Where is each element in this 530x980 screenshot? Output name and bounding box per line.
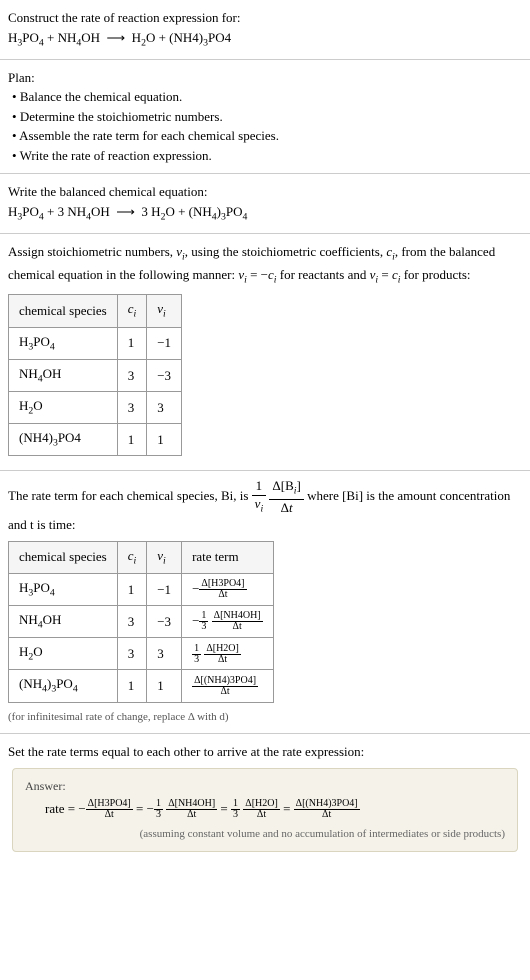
cell-species: (NH4)3PO4	[9, 424, 118, 456]
answer-assumption: (assuming constant volume and no accumul…	[25, 826, 505, 843]
table-header-row: chemical species ci νi rate term	[9, 541, 274, 573]
cell-ci: 1	[117, 573, 147, 605]
col-ci: ci	[117, 295, 147, 327]
stoich-intro: Assign stoichiometric numbers, νi, using…	[8, 242, 522, 288]
col-vi: νi	[147, 541, 182, 573]
rate-formula-frac2: Δ[Bi]Δt	[269, 479, 303, 515]
table-row: H3PO4 1 −1 −Δ[H3PO4]Δt	[9, 573, 274, 605]
cell-vi: −1	[147, 327, 182, 359]
answer-box: Answer: rate = −Δ[H3PO4]Δt = −13 Δ[NH4OH…	[12, 768, 518, 852]
cell-species: H2O	[9, 638, 118, 670]
cell-species: H2O	[9, 392, 118, 424]
stoich-section: Assign stoichiometric numbers, νi, using…	[0, 234, 530, 472]
table-row: H2O 3 3	[9, 392, 182, 424]
cell-species: H3PO4	[9, 573, 118, 605]
answer-label: Answer:	[25, 777, 505, 795]
table-row: NH4OH 3 −3	[9, 359, 182, 391]
final-title: Set the rate terms equal to each other t…	[8, 742, 522, 762]
cell-ci: 1	[117, 327, 147, 359]
cell-vi: 3	[147, 392, 182, 424]
plan-step-text: Determine the stoichiometric numbers.	[20, 109, 223, 124]
col-ci: ci	[117, 541, 147, 573]
plan-step: • Determine the stoichiometric numbers.	[12, 107, 522, 127]
table-row: NH4OH 3 −3 −13 Δ[NH4OH]Δt	[9, 606, 274, 638]
rateterm-table: chemical species ci νi rate term H3PO4 1…	[8, 541, 274, 703]
answer-term: Δ[(NH4)3PO4]Δt	[294, 799, 360, 820]
plan-section: Plan: • Balance the chemical equation. •…	[0, 60, 530, 175]
cell-vi: 3	[147, 638, 182, 670]
table-row: (NH4)3PO4 1 1 Δ[(NH4)3PO4]Δt	[9, 670, 274, 702]
cell-species: NH4OH	[9, 606, 118, 638]
cell-ci: 3	[117, 392, 147, 424]
table-header-row: chemical species ci νi	[9, 295, 182, 327]
intro-before: The rate term for each chemical species,…	[8, 488, 252, 503]
header-section: Construct the rate of reaction expressio…	[0, 0, 530, 60]
rateterm-section: The rate term for each chemical species,…	[0, 471, 530, 734]
table-row: (NH4)3PO4 1 1	[9, 424, 182, 456]
answer-term: Δ[NH4OH]Δt	[166, 799, 217, 820]
balanced-title: Write the balanced chemical equation:	[8, 182, 522, 202]
col-species: chemical species	[9, 295, 118, 327]
answer-coef: 13	[231, 799, 240, 820]
cell-ci: 1	[117, 670, 147, 702]
plan-step-text: Write the rate of reaction expression.	[20, 148, 212, 163]
rateterm-intro: The rate term for each chemical species,…	[8, 479, 522, 534]
cell-species: (NH4)3PO4	[9, 670, 118, 702]
rateterm-footnote: (for infinitesimal rate of change, repla…	[8, 709, 522, 726]
cell-ci: 1	[117, 424, 147, 456]
balanced-section: Write the balanced chemical equation: H3…	[0, 174, 530, 234]
balanced-equation: H3PO4 + 3 NH4OH ⟶ 3 H2O + (NH4)3PO4	[8, 202, 522, 225]
stoich-table: chemical species ci νi H3PO4 1 −1 NH4OH …	[8, 294, 182, 456]
cell-species: H3PO4	[9, 327, 118, 359]
cell-ci: 3	[117, 606, 147, 638]
col-vi: νi	[147, 295, 182, 327]
cell-vi: −3	[147, 606, 182, 638]
answer-body: rate = −Δ[H3PO4]Δt = −13 Δ[NH4OH]Δt = 13…	[45, 799, 505, 821]
plan-step-text: Assemble the rate term for each chemical…	[19, 128, 279, 143]
cell-species: NH4OH	[9, 359, 118, 391]
answer-coef: 13	[154, 799, 163, 820]
cell-rate: −13 Δ[NH4OH]Δt	[182, 606, 274, 638]
answer-term: Δ[H3PO4]Δt	[86, 799, 133, 820]
answer-term: Δ[H2O]Δt	[243, 799, 280, 820]
cell-vi: 1	[147, 670, 182, 702]
cell-vi: −1	[147, 573, 182, 605]
col-species: chemical species	[9, 541, 118, 573]
table-row: H2O 3 3 13 Δ[H2O]Δt	[9, 638, 274, 670]
col-rate: rate term	[182, 541, 274, 573]
cell-ci: 3	[117, 359, 147, 391]
rate-prefix: rate =	[45, 801, 78, 816]
plan-step: • Balance the chemical equation.	[12, 87, 522, 107]
plan-step: • Assemble the rate term for each chemic…	[12, 126, 522, 146]
unbalanced-equation: H3PO4 + NH4OH ⟶ H2O + (NH4)3PO4	[8, 28, 522, 51]
cell-vi: −3	[147, 359, 182, 391]
cell-rate: 13 Δ[H2O]Δt	[182, 638, 274, 670]
cell-rate: Δ[(NH4)3PO4]Δt	[182, 670, 274, 702]
cell-ci: 3	[117, 638, 147, 670]
plan-step: • Write the rate of reaction expression.	[12, 146, 522, 166]
cell-vi: 1	[147, 424, 182, 456]
final-section: Set the rate terms equal to each other t…	[0, 734, 530, 866]
plan-step-text: Balance the chemical equation.	[20, 89, 182, 104]
plan-title: Plan:	[8, 68, 522, 88]
table-row: H3PO4 1 −1	[9, 327, 182, 359]
rate-formula-frac1: 1νi	[252, 479, 267, 515]
cell-rate: −Δ[H3PO4]Δt	[182, 573, 274, 605]
prompt-text: Construct the rate of reaction expressio…	[8, 8, 522, 28]
